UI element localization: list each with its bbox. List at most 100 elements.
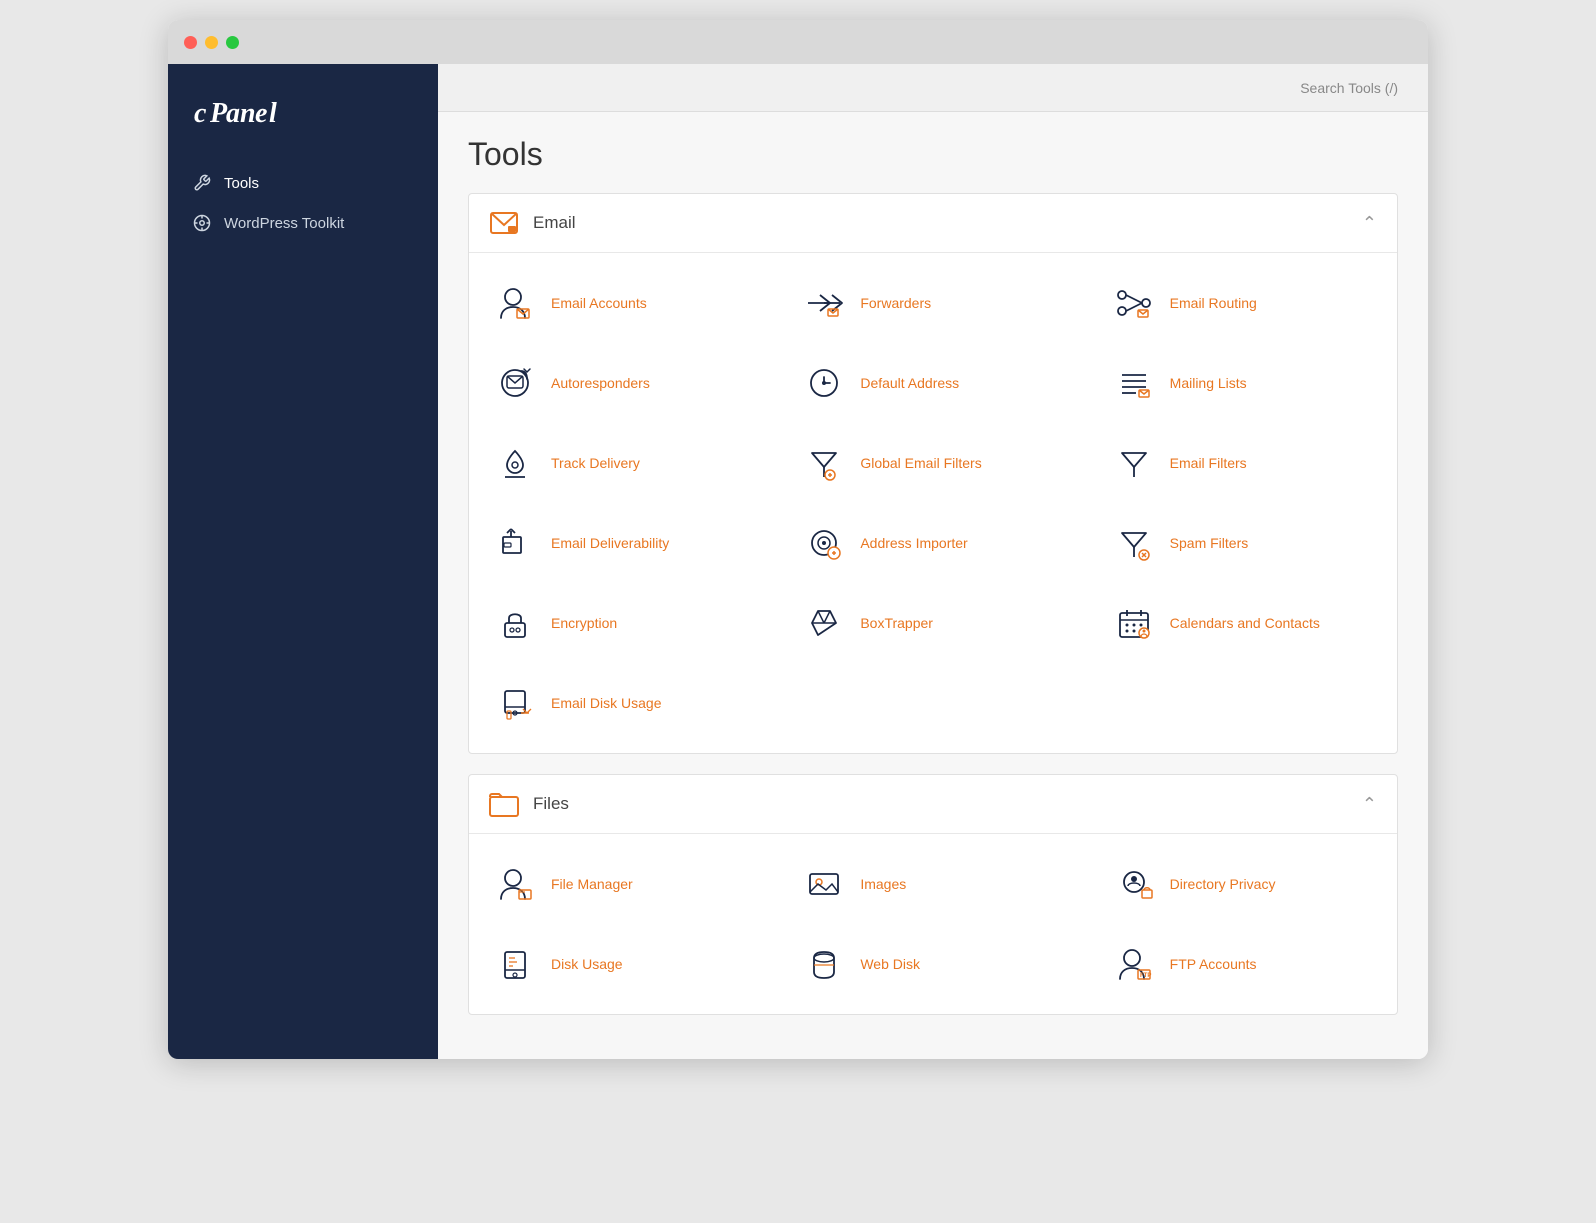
- main-content: Search Tools (/) Tools: [438, 64, 1428, 1059]
- forwarders-label: Forwarders: [860, 295, 931, 311]
- track-delivery-icon: [493, 441, 537, 485]
- autoresponders-label: Autoresponders: [551, 375, 650, 391]
- email-section-header-left: Email: [489, 208, 576, 238]
- encryption-icon: [493, 601, 537, 645]
- directory-privacy-label: Directory Privacy: [1170, 876, 1276, 892]
- content-area: Tools Email: [438, 112, 1428, 1059]
- email-deliverability-icon: [493, 521, 537, 565]
- forwarders-item[interactable]: Forwarders: [778, 263, 1087, 343]
- svg-text:e: e: [255, 98, 267, 129]
- top-bar: Search Tools (/): [438, 64, 1428, 112]
- autoresponders-item[interactable]: Autoresponders: [469, 343, 778, 423]
- email-section-icon: [489, 208, 519, 238]
- ftp-accounts-label: FTP Accounts: [1170, 956, 1257, 972]
- app-layout: c P a n e l Tools: [168, 64, 1428, 1059]
- sidebar-logo: c P a n e l: [168, 84, 438, 163]
- files-tools-grid: File Manager Images: [469, 834, 1397, 1014]
- email-accounts-icon: [493, 281, 537, 325]
- boxtrapper-item[interactable]: BoxTrapper: [778, 583, 1087, 663]
- directory-privacy-item[interactable]: Directory Privacy: [1088, 844, 1397, 924]
- email-disk-usage-label: Email Disk Usage: [551, 695, 661, 711]
- spam-filters-item[interactable]: Spam Filters: [1088, 503, 1397, 583]
- wordpress-icon: [192, 213, 212, 233]
- sidebar-item-wordpress-label: WordPress Toolkit: [224, 215, 344, 232]
- track-delivery-label: Track Delivery: [551, 455, 640, 471]
- disk-usage-icon: [493, 942, 537, 986]
- global-email-filters-label: Global Email Filters: [860, 455, 981, 471]
- email-disk-usage-item[interactable]: Email Disk Usage: [469, 663, 778, 743]
- default-address-icon: [802, 361, 846, 405]
- minimize-button[interactable]: [205, 36, 218, 49]
- boxtrapper-icon: [802, 601, 846, 645]
- calendars-contacts-icon: [1112, 601, 1156, 645]
- address-importer-item[interactable]: Address Importer: [778, 503, 1087, 583]
- files-section-header[interactable]: Files ⌃: [469, 775, 1397, 834]
- files-section-title: Files: [533, 794, 569, 814]
- mailing-lists-icon: [1112, 361, 1156, 405]
- email-routing-item[interactable]: Email Routing: [1088, 263, 1397, 343]
- email-section-header[interactable]: Email ⌃: [469, 194, 1397, 253]
- directory-privacy-icon: [1112, 862, 1156, 906]
- svg-text:a: a: [226, 98, 240, 129]
- global-email-filters-icon: [802, 441, 846, 485]
- disk-usage-item[interactable]: Disk Usage: [469, 924, 778, 1004]
- forwarders-icon: [802, 281, 846, 325]
- app-window: c P a n e l Tools: [168, 20, 1428, 1059]
- email-tools-grid: Email Accounts: [469, 253, 1397, 753]
- mailing-lists-item[interactable]: Mailing Lists: [1088, 343, 1397, 423]
- email-disk-usage-icon: [493, 681, 537, 725]
- files-section: Files ⌃: [468, 774, 1398, 1015]
- email-routing-icon: [1112, 281, 1156, 325]
- default-address-item[interactable]: Default Address: [778, 343, 1087, 423]
- global-email-filters-item[interactable]: Global Email Filters: [778, 423, 1087, 503]
- encryption-item[interactable]: Encryption: [469, 583, 778, 663]
- email-deliverability-item[interactable]: Email Deliverability: [469, 503, 778, 583]
- ftp-accounts-icon: FTP: [1112, 942, 1156, 986]
- track-delivery-item[interactable]: Track Delivery: [469, 423, 778, 503]
- file-manager-item[interactable]: File Manager: [469, 844, 778, 924]
- files-chevron-icon: ⌃: [1362, 794, 1377, 815]
- email-deliverability-label: Email Deliverability: [551, 535, 669, 551]
- cpanel-logo-svg: c P a n e l: [192, 94, 312, 130]
- sidebar-item-wordpress-toolkit[interactable]: WordPress Toolkit: [168, 203, 438, 243]
- mailing-lists-label: Mailing Lists: [1170, 375, 1247, 391]
- file-manager-icon: [493, 862, 537, 906]
- email-accounts-item[interactable]: Email Accounts: [469, 263, 778, 343]
- sidebar-item-tools-label: Tools: [224, 175, 259, 192]
- web-disk-item[interactable]: Web Disk: [778, 924, 1087, 1004]
- spam-filters-label: Spam Filters: [1170, 535, 1249, 551]
- calendars-contacts-label: Calendars and Contacts: [1170, 615, 1320, 631]
- sidebar-item-tools[interactable]: Tools: [168, 163, 438, 203]
- close-button[interactable]: [184, 36, 197, 49]
- file-manager-label: File Manager: [551, 876, 633, 892]
- files-section-icon: [489, 789, 519, 819]
- calendars-contacts-item[interactable]: Calendars and Contacts: [1088, 583, 1397, 663]
- search-tools-link[interactable]: Search Tools (/): [1300, 80, 1398, 96]
- sidebar: c P a n e l Tools: [168, 64, 438, 1059]
- files-section-header-left: Files: [489, 789, 569, 819]
- svg-text:FTP: FTP: [1140, 973, 1151, 979]
- images-item[interactable]: Images: [778, 844, 1087, 924]
- email-chevron-icon: ⌃: [1362, 213, 1377, 234]
- email-accounts-label: Email Accounts: [551, 295, 647, 311]
- address-importer-icon: [802, 521, 846, 565]
- web-disk-label: Web Disk: [860, 956, 920, 972]
- svg-text:n: n: [240, 98, 256, 129]
- autoresponders-icon: [493, 361, 537, 405]
- email-filters-icon: [1112, 441, 1156, 485]
- boxtrapper-label: BoxTrapper: [860, 615, 933, 631]
- default-address-label: Default Address: [860, 375, 959, 391]
- svg-text:l: l: [269, 98, 277, 129]
- email-routing-label: Email Routing: [1170, 295, 1257, 311]
- email-section: Email ⌃: [468, 193, 1398, 754]
- email-filters-item[interactable]: Email Filters: [1088, 423, 1397, 503]
- encryption-label: Encryption: [551, 615, 617, 631]
- maximize-button[interactable]: [226, 36, 239, 49]
- email-section-title: Email: [533, 213, 576, 233]
- ftp-accounts-item[interactable]: FTP FTP Accounts: [1088, 924, 1397, 1004]
- wrench-icon: [192, 173, 212, 193]
- svg-text:c: c: [194, 98, 207, 129]
- images-label: Images: [860, 876, 906, 892]
- titlebar: [168, 20, 1428, 64]
- email-filters-label: Email Filters: [1170, 455, 1247, 471]
